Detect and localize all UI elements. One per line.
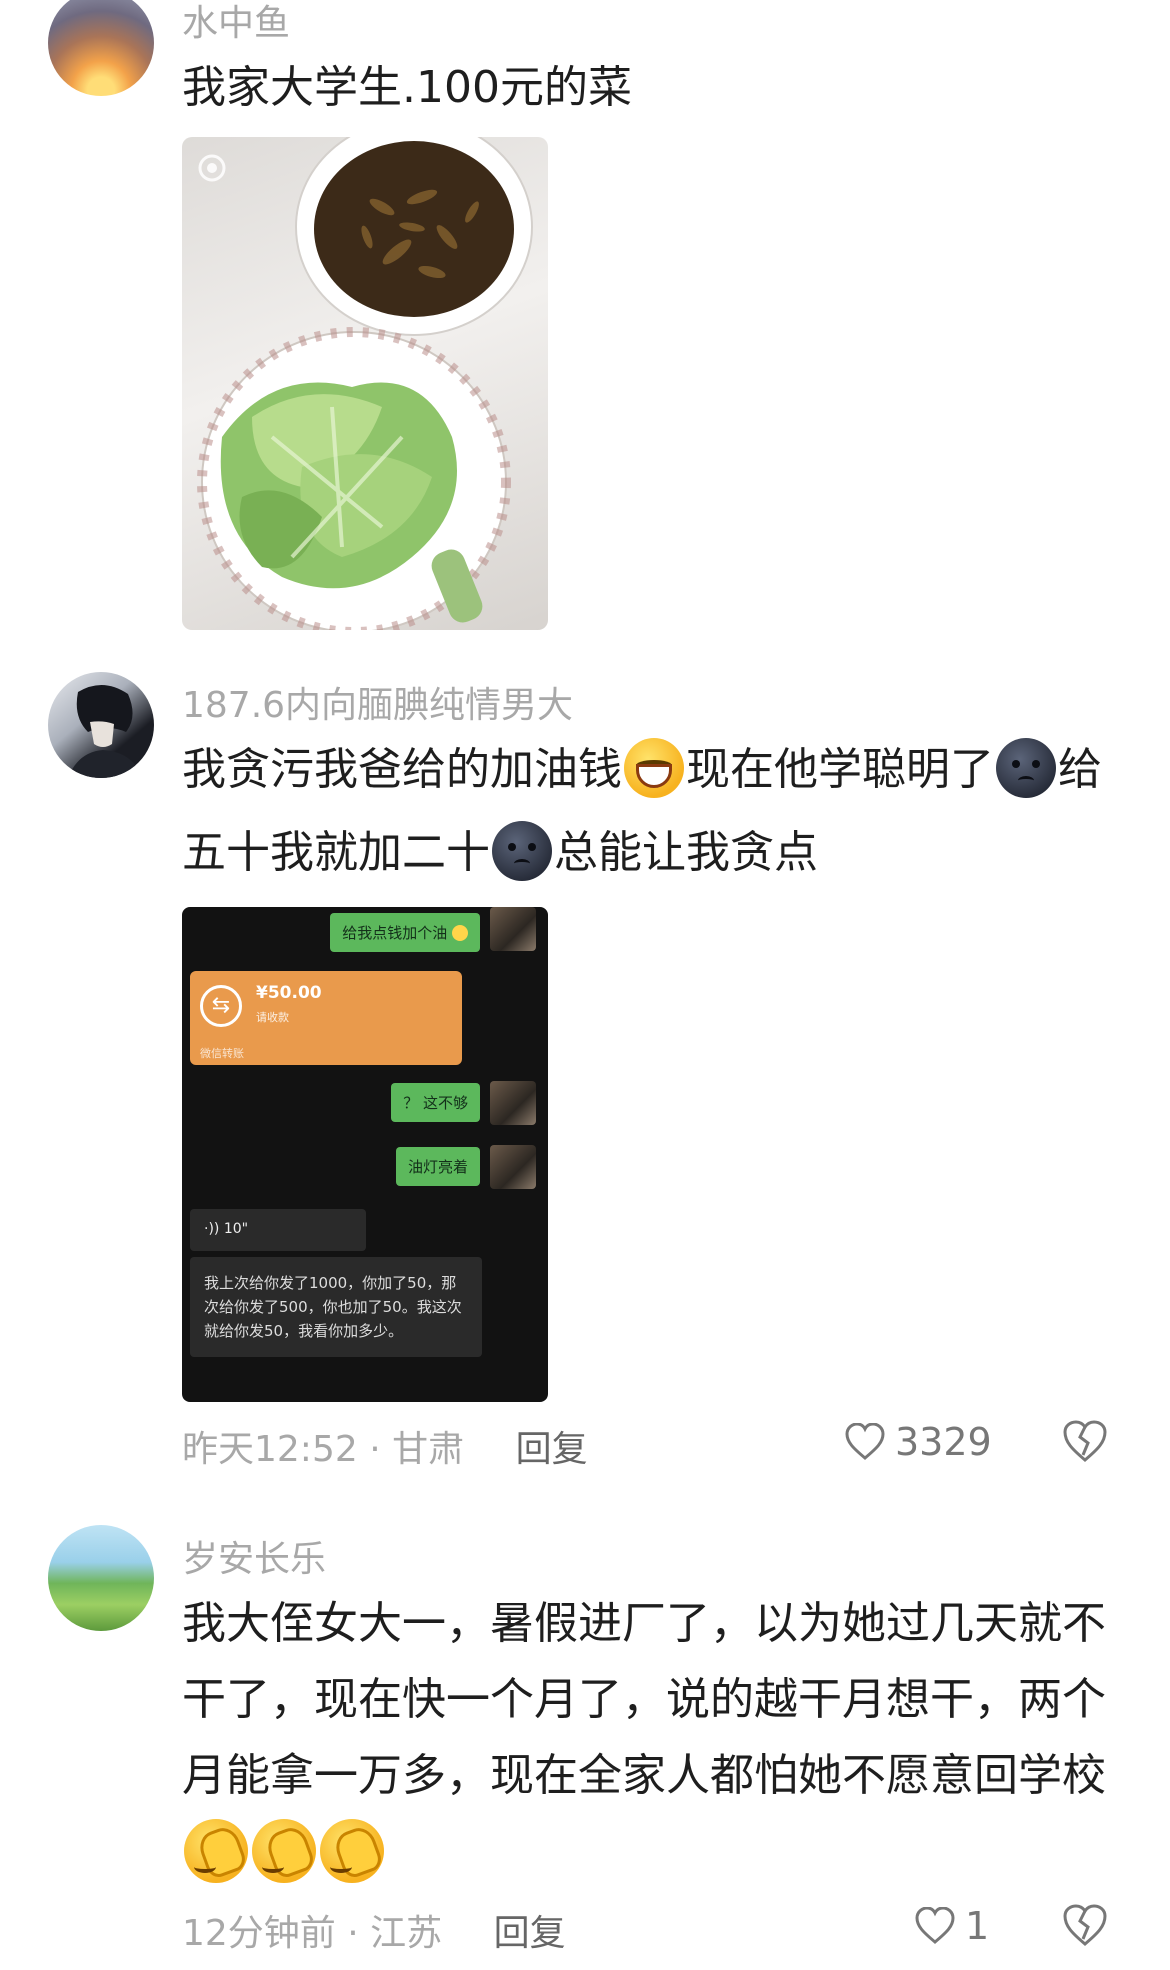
comment-text: 干了，现在快一个月了，说的越干月想干，两个 bbox=[182, 1674, 1106, 1725]
transfer-footer: 微信转账 bbox=[200, 1047, 244, 1060]
facepalm-emoji-icon bbox=[184, 1819, 248, 1883]
chat-message-text: 给我点钱加个油 bbox=[342, 924, 448, 942]
comment-text: 月能拿一万多，现在全家人都怕她不愿意回学校 bbox=[182, 1750, 1106, 1801]
avatar[interactable] bbox=[48, 672, 154, 778]
meta-separator: · bbox=[347, 1913, 371, 1954]
facepalm-emoji-icon bbox=[320, 1819, 384, 1883]
chat-avatar bbox=[490, 1145, 536, 1189]
reply-button[interactable]: 回复 bbox=[516, 1429, 588, 1470]
facepalm-emoji-icon bbox=[252, 1819, 316, 1883]
dark-moon-face-emoji-icon bbox=[492, 821, 552, 881]
like-count: 1 bbox=[965, 1904, 990, 1948]
transfer-amount: ¥50.00 bbox=[256, 983, 322, 1003]
comment-text: 五十我就加二十 总能让我贪点 bbox=[182, 815, 818, 891]
dark-moon-face-emoji-icon bbox=[996, 738, 1056, 798]
voice-wave-icon: ·)) bbox=[204, 1221, 220, 1237]
comment-text: 我大侄女大一，暑假进厂了，以为她过几天就不 bbox=[182, 1598, 1106, 1649]
avatar[interactable] bbox=[48, 0, 154, 96]
heart-icon bbox=[845, 1423, 885, 1460]
chat-message: ？ 这不够 bbox=[391, 1083, 480, 1122]
transfer-note: 请收款 bbox=[256, 1011, 289, 1024]
comment-meta: 12分钟前 · 江苏 回复 bbox=[182, 1904, 566, 1956]
voice-message: ·)) 10" bbox=[190, 1209, 366, 1251]
dislike-broken-heart-icon[interactable] bbox=[1062, 1903, 1108, 1947]
smile-emoji-icon bbox=[452, 925, 468, 941]
grinning-sweat-emoji-icon bbox=[624, 738, 684, 798]
chat-screenshot-photo[interactable]: 给我点钱加个油 ⇆ ¥50.00 请收款 微信转账 ？ 这不够 油灯亮着 ·))… bbox=[182, 907, 548, 1402]
comment-location: 江苏 bbox=[370, 1913, 443, 1954]
avatar[interactable] bbox=[48, 1525, 154, 1631]
chat-avatar bbox=[490, 1081, 536, 1125]
comment-username[interactable]: 岁安长乐 bbox=[182, 1530, 326, 1582]
food-photo[interactable] bbox=[182, 137, 548, 630]
chat-message: 给我点钱加个油 bbox=[330, 913, 480, 952]
like-count: 3329 bbox=[895, 1420, 992, 1464]
comment-meta: 昨天12:52 · 甘肃 回复 bbox=[182, 1420, 588, 1472]
chat-message: 油灯亮着 bbox=[395, 1147, 480, 1186]
food-photo-drawing bbox=[197, 137, 533, 630]
camera-flash-icon bbox=[198, 154, 226, 182]
voice-transcript: 我上次给你发了1000，你加了50，那次给你发了500，你也加了50。我这次就给… bbox=[190, 1257, 482, 1357]
heart-icon bbox=[915, 1907, 955, 1944]
comment-text-segment: 我贪污我爸给的加油钱 bbox=[182, 744, 622, 795]
reply-button[interactable]: 回复 bbox=[494, 1913, 566, 1954]
comment-text-segment: 总能让我贪点 bbox=[554, 827, 818, 878]
comment-text: 我家大学生.100元的菜 bbox=[182, 62, 632, 113]
dislike-broken-heart-icon[interactable] bbox=[1062, 1419, 1108, 1463]
comment-text-segment: 五十我就加二十 bbox=[182, 827, 490, 878]
like-button[interactable]: 3329 bbox=[845, 1420, 992, 1464]
chat-avatar bbox=[490, 907, 536, 951]
meta-separator: · bbox=[369, 1429, 393, 1470]
comment-time: 12分钟前 bbox=[182, 1913, 336, 1954]
comment-username[interactable]: 水中鱼 bbox=[182, 0, 290, 46]
comment-username[interactable]: 187.6内向腼腆纯情男大 bbox=[182, 676, 573, 728]
emoji-row bbox=[182, 1815, 386, 1891]
comment-time: 昨天12:52 bbox=[182, 1429, 358, 1470]
comment-text: 我贪污我爸给的加油钱 现在他学聪明了 给 bbox=[182, 732, 1102, 808]
like-button[interactable]: 1 bbox=[915, 1904, 989, 1948]
comment-text-segment: 现在他学聪明了 bbox=[686, 744, 994, 795]
transfer-icon: ⇆ bbox=[200, 985, 242, 1027]
comment-location: 甘肃 bbox=[392, 1429, 465, 1470]
avatar-drawing bbox=[68, 684, 143, 778]
voice-length: 10" bbox=[223, 1221, 249, 1237]
transfer-card: ⇆ ¥50.00 请收款 微信转账 bbox=[190, 971, 462, 1065]
comment-text-segment: 给 bbox=[1058, 744, 1102, 795]
